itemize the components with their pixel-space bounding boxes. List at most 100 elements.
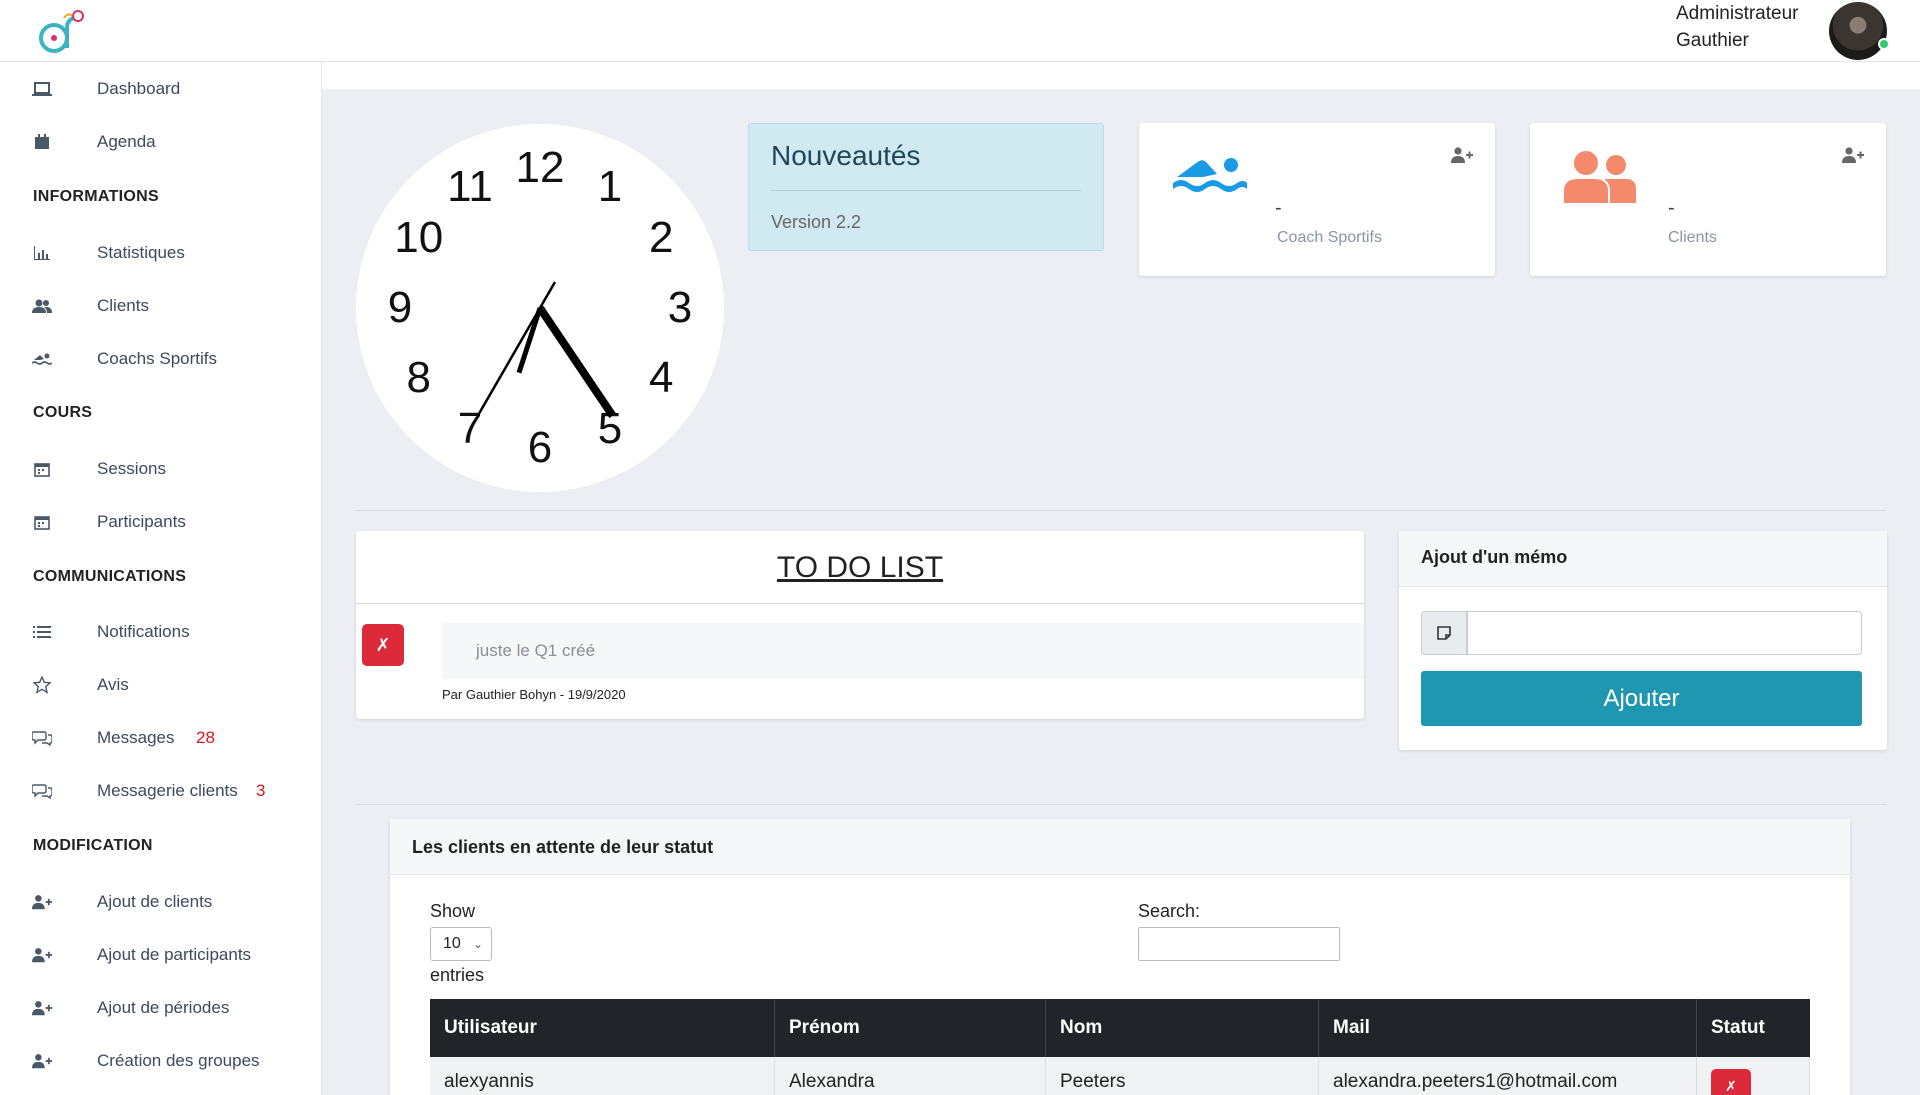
pending-clients-card: Les clients en attente de leur statut Sh… (390, 819, 1850, 1095)
entries-label: entries (430, 965, 485, 985)
sidebar-item-ajout-de-periodes[interactable]: Ajout de périodes (0, 988, 322, 1028)
sidebar-item-label: Avis (97, 675, 129, 694)
show-label: Show (430, 901, 476, 921)
search-label: Search: (1138, 901, 1201, 921)
clients-label: Clients (1668, 229, 1717, 246)
user-plus-icon (32, 998, 52, 1018)
list-icon (32, 622, 52, 642)
coach-label: Coach Sportifs (1277, 229, 1382, 246)
add-coach-icon[interactable] (1451, 147, 1473, 168)
todo-card: TO DO LIST ✗ juste le Q1 créé Par Gauthi… (356, 531, 1364, 719)
sidebar-item-label: Ajout de clients (97, 892, 213, 911)
memo-header: Ajout d'un mémo (1399, 531, 1887, 587)
sidebar: Dashboard Agenda INFORMATIONS Statistiqu… (0, 62, 322, 1095)
table-cell-utilisateur: alexyannis (430, 1057, 775, 1095)
analog-clock: 12 1 2 3 4 5 6 7 8 9 10 11 (356, 124, 724, 492)
user-plus-icon (32, 945, 52, 965)
table-cell-prenom: Alexandra (775, 1057, 1046, 1095)
messagerie-count-badge: 3 (256, 781, 266, 800)
laptop-icon (32, 79, 52, 99)
calendar-icon (32, 132, 52, 152)
users-icon (1564, 151, 1636, 203)
sidebar-item-creation-des-groupes[interactable]: Création des groupes (0, 1041, 322, 1081)
section-divider (356, 804, 1886, 805)
sidebar-item-label: Agenda (97, 132, 156, 151)
section-heading-informations: INFORMATIONS (33, 188, 159, 205)
section-heading-modification: MODIFICATION (33, 837, 153, 854)
section-divider (356, 510, 1886, 511)
star-icon (32, 675, 52, 695)
news-version: Version 2.2 (771, 212, 862, 232)
sidebar-item-clients[interactable]: Clients (0, 286, 322, 326)
column-header-prenom[interactable]: Prénom (775, 999, 1046, 1057)
add-memo-button[interactable]: Ajouter (1421, 671, 1862, 726)
column-header-nom[interactable]: Nom (1046, 999, 1319, 1057)
sidebar-item-label: Notifications (97, 622, 190, 641)
sticky-note-icon (1421, 611, 1467, 655)
sidebar-item-messagerie-clients[interactable]: Messagerie clients 3 (0, 771, 322, 811)
clock-hour-hand (536, 305, 617, 419)
messages-count-badge: 28 (196, 728, 215, 747)
chevron-down-icon: ⌄ (472, 937, 483, 951)
todo-divider (356, 603, 1364, 604)
clock-second-hand (476, 281, 557, 417)
memo-input[interactable] (1467, 611, 1862, 655)
user-first-name: Gauthier (1676, 30, 1749, 51)
entries-value: 10 (443, 935, 461, 952)
user-name[interactable]: Administrateur Gauthier (1676, 0, 1799, 54)
add-client-icon[interactable] (1842, 147, 1864, 168)
online-status-dot (1878, 38, 1890, 50)
news-title: Nouveautés (771, 140, 921, 171)
column-header-mail[interactable]: Mail (1319, 999, 1697, 1057)
memo-title: Ajout d'un mémo (1421, 547, 1568, 567)
section-heading-cours: COURS (33, 404, 93, 421)
sidebar-item-dashboard[interactable]: Dashboard (0, 69, 322, 109)
sidebar-item-label: Coachs Sportifs (97, 349, 217, 368)
column-header-utilisateur[interactable]: Utilisateur (430, 999, 775, 1057)
memo-card: Ajout d'un mémo Ajouter (1399, 531, 1887, 750)
sidebar-item-label: Création des groupes (97, 1051, 260, 1070)
sidebar-item-messages[interactable]: Messages 28 (0, 718, 322, 758)
news-divider (771, 190, 1081, 191)
table-cell-nom: Peeters (1046, 1057, 1319, 1095)
delete-todo-button[interactable]: ✗ (362, 624, 404, 666)
search-input[interactable] (1138, 927, 1340, 961)
section-heading-communications: COMMUNICATIONS (33, 568, 187, 585)
sidebar-item-label: Participants (97, 512, 186, 531)
sidebar-item-label: Statistiques (97, 243, 185, 262)
pending-clients-header: Les clients en attente de leur statut (390, 819, 1850, 875)
reject-client-button[interactable]: ✗ (1711, 1069, 1751, 1095)
sidebar-item-ajout-de-clients[interactable]: Ajout de clients (0, 882, 322, 922)
sidebar-item-ajout-de-participants[interactable]: Ajout de participants (0, 935, 322, 975)
sidebar-item-label: Clients (97, 296, 149, 315)
swimmer-icon (1173, 158, 1247, 192)
coach-count: - (1275, 197, 1282, 219)
sidebar-item-label: Ajout de participants (97, 945, 252, 964)
user-plus-icon (32, 1051, 52, 1071)
pending-clients-title: Les clients en attente de leur statut (412, 837, 714, 857)
content-top-strip (322, 62, 1920, 89)
column-header-statut[interactable]: Statut (1697, 999, 1810, 1057)
sidebar-item-avis[interactable]: Avis (0, 665, 322, 705)
swimmer-icon (32, 349, 52, 369)
entries-select[interactable]: 10 ⌄ (430, 927, 492, 961)
sidebar-item-agenda[interactable]: Agenda (0, 122, 322, 162)
sidebar-item-statistiques[interactable]: Statistiques (0, 233, 322, 273)
chat-icon (32, 781, 52, 801)
clients-stat-card: - Clients (1530, 123, 1886, 276)
table-cell-statut: ✗ (1697, 1057, 1810, 1095)
sidebar-item-label: Dashboard (97, 79, 181, 98)
app-logo[interactable] (34, 8, 90, 56)
calendar-icon (32, 512, 52, 532)
sidebar-item-participants[interactable]: Participants (0, 502, 322, 542)
avatar[interactable] (1829, 2, 1887, 60)
sidebar-item-coachs-sportifs[interactable]: Coachs Sportifs (0, 339, 322, 379)
sidebar-item-sessions[interactable]: Sessions (0, 449, 322, 489)
users-icon (32, 296, 52, 316)
sidebar-item-label: Messagerie clients (97, 781, 238, 800)
sidebar-item-label: Ajout de périodes (97, 998, 230, 1017)
sidebar-item-notifications[interactable]: Notifications (0, 612, 322, 652)
top-bar: Administrateur Gauthier (0, 0, 1920, 62)
user-role: Administrateur (1676, 3, 1799, 24)
todo-item-text: juste le Q1 créé (442, 623, 1364, 679)
